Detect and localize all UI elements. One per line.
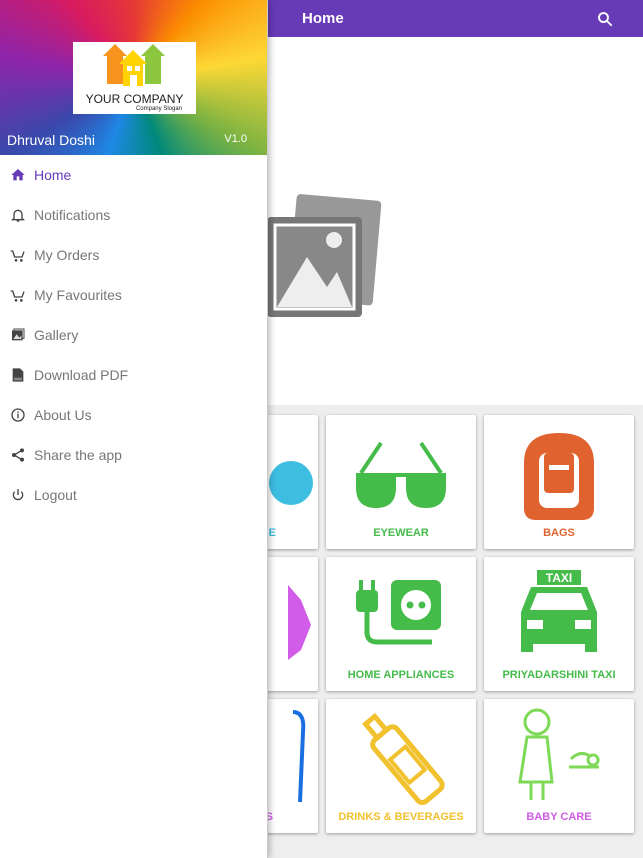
gallery-icon (12, 328, 25, 341)
bottle-icon (362, 712, 445, 805)
houses-logo-icon (103, 44, 165, 86)
company-logo: YOUR COMPANY Company Slogan (73, 42, 196, 114)
drawer-item-home[interactable]: Home (0, 155, 267, 195)
plug-socket-icon (356, 580, 441, 645)
home-icon (11, 169, 25, 181)
category-tile-bags[interactable]: BAGS (484, 415, 634, 549)
drawer-item-about-us[interactable]: About Us (0, 395, 267, 435)
navigation-drawer: YOUR COMPANY Company Slogan Dhruval Dosh… (0, 0, 268, 858)
sunglasses-icon (356, 441, 446, 508)
pdf-icon (12, 368, 24, 382)
drawer-header: YOUR COMPANY Company Slogan Dhruval Dosh… (0, 0, 267, 155)
info-icon (11, 408, 25, 422)
category-tile-baby-care[interactable]: BABY CARE (484, 699, 634, 833)
power-icon (12, 489, 24, 501)
drawer-item-logout[interactable]: Logout (0, 475, 267, 515)
user-name: Dhruval Doshi (7, 132, 95, 148)
image-placeholder-icon (267, 194, 382, 317)
app-version: V1.0 (224, 133, 247, 145)
share-icon (12, 448, 24, 462)
drawer-item-download-pdf[interactable]: Download PDF (0, 355, 267, 395)
drawer-item-share[interactable]: Share the app (0, 435, 267, 475)
drawer-item-my-orders[interactable]: My Orders (0, 235, 267, 275)
cart-icon (10, 250, 25, 262)
drawer-item-notifications[interactable]: Notifications (0, 195, 267, 235)
mother-baby-icon (518, 708, 600, 800)
search-icon[interactable] (596, 10, 614, 28)
cart-icon (10, 290, 25, 302)
page-title: Home (302, 10, 344, 27)
backpack-icon (524, 433, 594, 520)
bell-icon (11, 209, 25, 222)
drawer-item-gallery[interactable]: Gallery (0, 315, 267, 355)
drawer-item-my-favourites[interactable]: My Favourites (0, 275, 267, 315)
category-tile-eyewear[interactable]: EYEWEAR (326, 415, 476, 549)
taxi-icon: TAXI (521, 570, 597, 652)
category-tile-taxi[interactable]: TAXI PRIYADARSHINI TAXI (484, 557, 634, 691)
svg-text:TAXI: TAXI (546, 571, 572, 585)
category-tile-drinks[interactable]: DRINKS & BEVERAGES (326, 699, 476, 833)
category-tile-home-appliances[interactable]: HOME APPLIANCES (326, 557, 476, 691)
